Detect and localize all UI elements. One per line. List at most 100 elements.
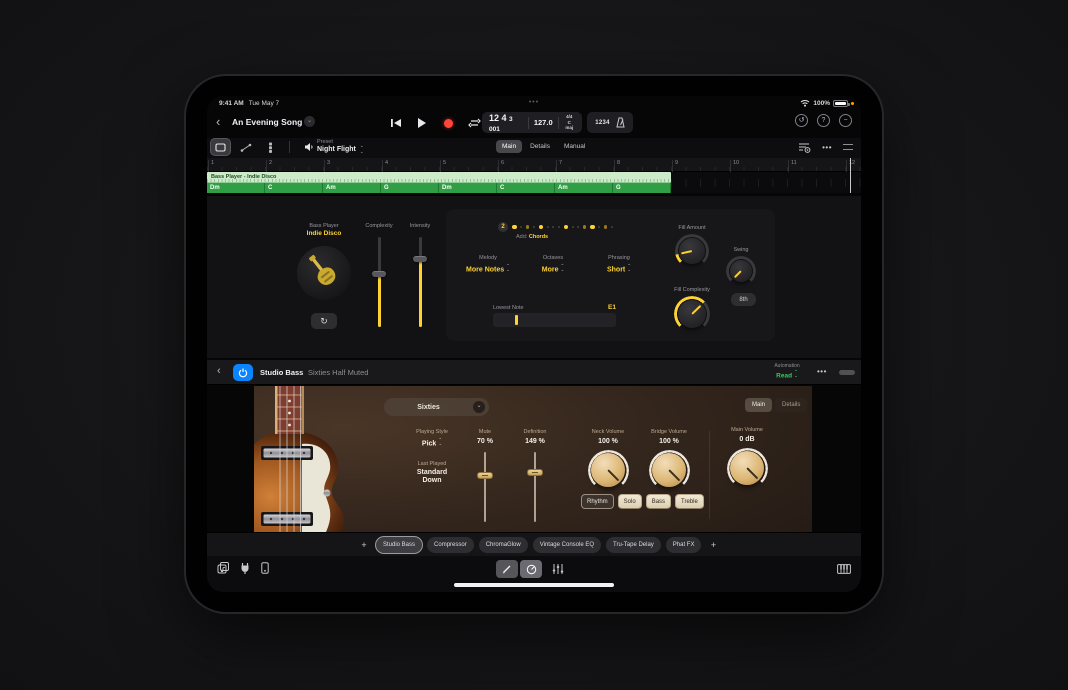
ruler-bar[interactable]: 5 (440, 160, 497, 172)
fx-plugin-compressor[interactable]: Compressor (427, 537, 474, 553)
pattern-dot[interactable] (552, 226, 554, 228)
automation-view-icon[interactable] (236, 139, 255, 155)
pattern-dot[interactable] (564, 225, 569, 230)
ruler-bar[interactable]: 3 (324, 160, 381, 172)
multitask-indicator-icon[interactable]: ••• (529, 99, 539, 106)
pattern-dot[interactable] (577, 226, 579, 228)
device-icon[interactable] (261, 562, 269, 574)
pattern-dot[interactable] (583, 225, 587, 229)
pattern-dot[interactable] (604, 225, 608, 229)
regenerate-button[interactable]: ↻ (311, 313, 337, 329)
region-bass-player[interactable]: Bass Player - Indie Disco (207, 172, 671, 183)
more-icon[interactable]: ••• (822, 143, 832, 152)
plugin-tab-details[interactable]: Details (775, 398, 807, 412)
metronome-icon[interactable] (616, 117, 625, 128)
plugin-more-icon[interactable]: ••• (817, 367, 827, 376)
ruler-bar[interactable]: 2 (266, 160, 323, 172)
ruler-bar[interactable]: 6 (498, 160, 555, 172)
chord-cell[interactable]: C (497, 183, 555, 193)
ruler-bar[interactable]: 7 (556, 160, 613, 172)
slider-thumb[interactable] (527, 469, 543, 476)
fx-plugin-chromaglow[interactable]: ChromaGlow (479, 537, 528, 553)
fx-plugin-studio-bass[interactable]: Studio Bass (376, 537, 422, 553)
pattern-dot[interactable] (598, 226, 600, 228)
monitor-speaker-icon[interactable] (299, 139, 318, 155)
pattern-dot[interactable] (558, 226, 560, 228)
chord-cell[interactable]: Am (323, 183, 381, 193)
mute-slider[interactable]: Mute 70 % (460, 429, 510, 522)
ruler-bar[interactable]: 12 (846, 160, 861, 172)
slider-thumb[interactable] (477, 472, 493, 479)
swing-knob[interactable]: Swing (711, 247, 771, 282)
fx-add-button-left[interactable]: + (357, 540, 371, 550)
mixer-icon[interactable] (552, 563, 564, 575)
track-sort-filter-icon[interactable] (798, 142, 811, 153)
chord-cell[interactable]: G (613, 183, 671, 193)
pencil-edit-button[interactable] (496, 560, 518, 578)
plugin-back-icon[interactable]: ‹ (217, 365, 221, 377)
fx-plugin-vintage-console-eq[interactable]: Vintage Console EQ (533, 537, 601, 553)
browser-icon[interactable] (217, 562, 229, 574)
pattern-dot[interactable] (533, 226, 535, 228)
bass-player-avatar[interactable] (297, 246, 351, 300)
neck-volume-knob[interactable]: Neck Volume 100 % (578, 429, 638, 487)
preset-selector[interactable]: Preset Night Flight⌃⌄ (317, 139, 364, 153)
regions-view-icon[interactable] (211, 139, 230, 155)
collapse-icon[interactable]: − (839, 114, 852, 127)
help-icon[interactable]: ? (817, 114, 830, 127)
pattern-dot[interactable] (547, 226, 549, 228)
ruler-bar[interactable]: 11 (788, 160, 845, 172)
pickup-treble-button[interactable]: Treble (675, 494, 704, 509)
eighth-note-button[interactable]: 8th (731, 293, 756, 306)
pattern-dot[interactable] (526, 225, 530, 229)
bar-ruler[interactable]: 123456789101112 (207, 158, 861, 172)
plugin-power-button[interactable] (233, 364, 253, 381)
intensity-slider[interactable]: Intensity (398, 223, 442, 358)
playing-style-dropdown[interactable]: Playing Style Pick⌃⌄ (402, 429, 462, 448)
chord-cell[interactable]: G (381, 183, 439, 193)
history-icon[interactable]: ↺ (795, 114, 808, 127)
tab-details[interactable]: Details (524, 140, 556, 153)
keyboard-icon[interactable] (837, 564, 851, 574)
plugin-tab-main[interactable]: Main (745, 398, 772, 412)
chord-cell[interactable]: Dm (207, 183, 265, 193)
main-volume-knob[interactable]: Main Volume 0 dB (717, 427, 777, 485)
tab-main[interactable]: Main (496, 140, 522, 153)
lowest-note-slider[interactable] (493, 313, 616, 327)
pattern-dot[interactable] (520, 226, 522, 228)
bridge-volume-knob[interactable]: Bridge Volume 100 % (639, 429, 699, 487)
pattern-dot[interactable] (611, 226, 613, 228)
home-indicator[interactable] (454, 583, 614, 587)
fill-complexity-knob[interactable]: Fill Complexity (662, 287, 722, 328)
cell-view-icon[interactable] (261, 139, 280, 155)
back-icon[interactable]: ‹ (216, 114, 220, 130)
ruler-bar[interactable]: 1 (208, 160, 265, 172)
complexity-slider[interactable]: Complexity (357, 223, 401, 358)
chord-cell[interactable]: Am (555, 183, 613, 193)
ruler-bar[interactable]: 9 (672, 160, 729, 172)
lowest-note-tick[interactable] (515, 315, 518, 325)
lcd-display[interactable]: 12 4 3 001 127.0 4/4C maj (482, 112, 582, 133)
pickup-solo-button[interactable]: Solo (618, 494, 642, 509)
fx-plugin-tru-tape-delay[interactable]: Tru-Tape Delay (606, 537, 661, 553)
fx-plugin-phat-fx[interactable]: Phat FX (666, 537, 702, 553)
panel-drag-handle-icon[interactable] (843, 144, 853, 150)
ruler-bar[interactable]: 4 (382, 160, 439, 172)
add-chords-control[interactable]: Add: Chords (516, 234, 548, 240)
plugin-preset-selector[interactable]: Sixties ⌄ (384, 398, 489, 416)
chord-cell[interactable]: Dm (439, 183, 497, 193)
record-button[interactable] (441, 116, 455, 130)
pickup-bass-button[interactable]: Bass (646, 494, 671, 509)
pickup-rhythm-button[interactable]: Rhythm (581, 494, 614, 509)
slider-thumb[interactable] (413, 256, 427, 262)
count-in-button[interactable]: 1234 (595, 120, 610, 126)
ruler-bar[interactable]: 8 (614, 160, 671, 172)
chord-cell[interactable]: C (265, 183, 323, 193)
controls-view-button[interactable] (520, 560, 542, 578)
go-to-beginning-button[interactable] (389, 116, 403, 130)
pattern-section-badge[interactable]: 2 (498, 222, 508, 232)
slider-thumb[interactable] (372, 271, 386, 277)
play-button[interactable] (415, 116, 429, 130)
tab-manual[interactable]: Manual (558, 140, 591, 153)
plugins-icon[interactable] (240, 562, 250, 574)
